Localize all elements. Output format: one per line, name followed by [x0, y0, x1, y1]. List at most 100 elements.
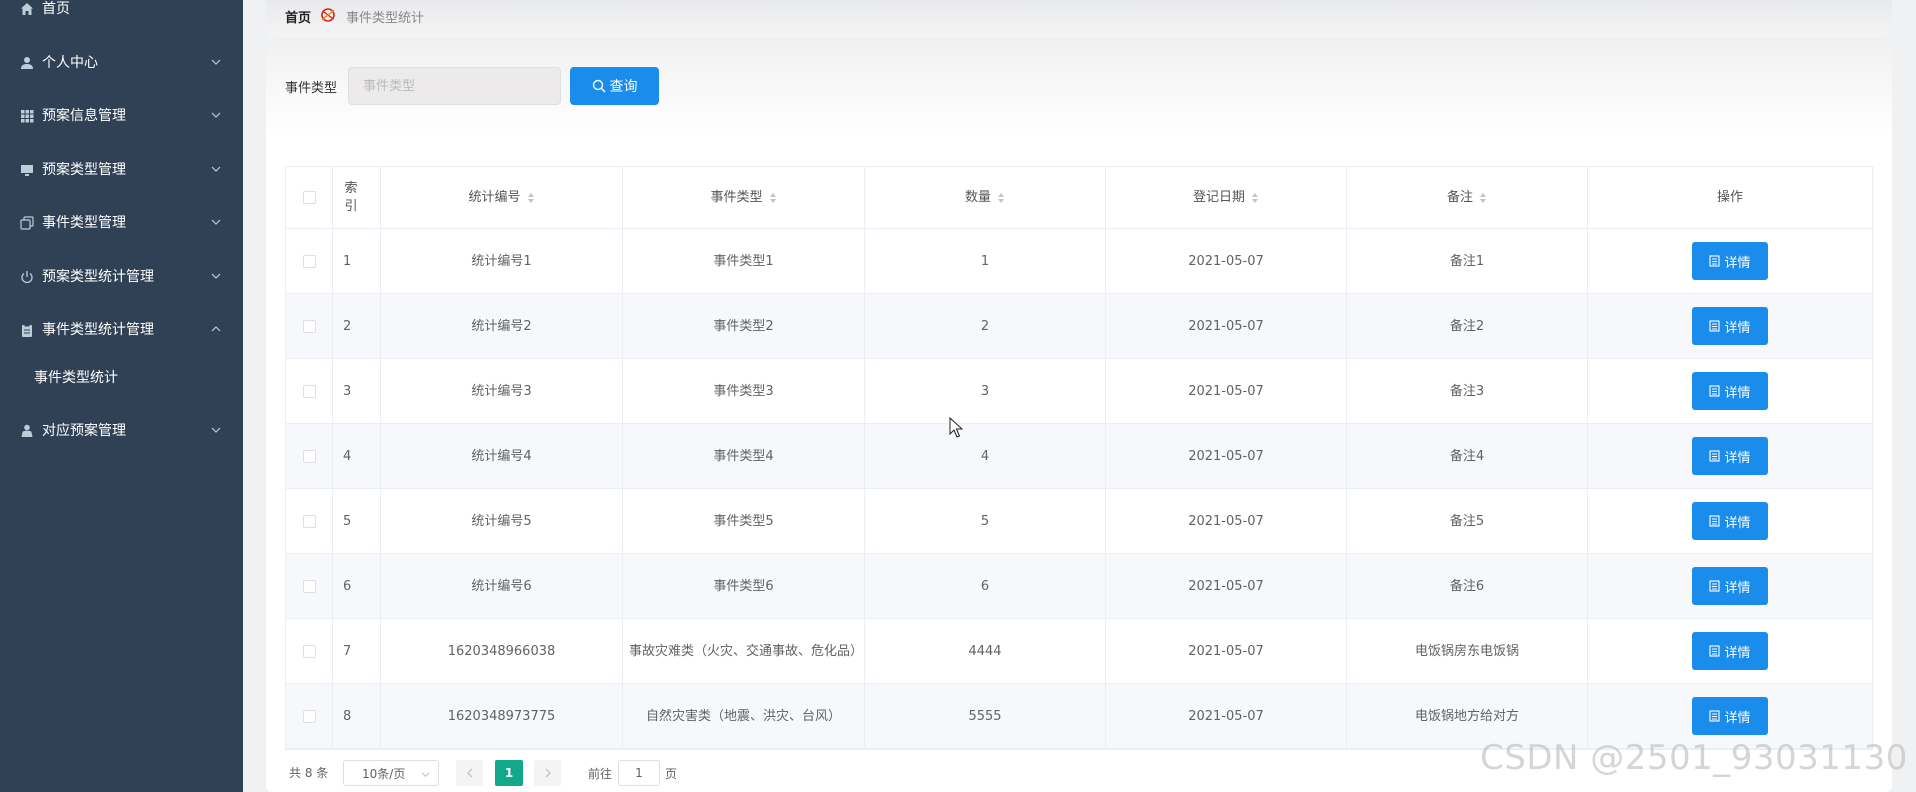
header-type[interactable]: 事件类型 [623, 167, 865, 228]
detail-button[interactable]: 详情 [1692, 307, 1768, 345]
detail-button[interactable]: 详情 [1692, 567, 1768, 605]
sidebar-item-event-type[interactable]: 事件类型管理 [0, 202, 243, 242]
sidebar-item-plan-type-stats[interactable]: 预案类型统计管理 [0, 256, 243, 296]
copy-icon [19, 215, 34, 230]
cell-type: 事件类型3 [623, 359, 865, 423]
event-type-search-input[interactable] [348, 67, 561, 105]
breadcrumb-home[interactable]: 首页 [285, 7, 311, 26]
header-count[interactable]: 数量 [865, 167, 1106, 228]
cell-index: 7 [333, 619, 381, 683]
table-row: 7 1620348966038 事故灾难类（火灾、交通事故、危化品） 4444 … [286, 619, 1873, 684]
cell-remark: 电饭锅房东电饭锅 [1347, 619, 1588, 683]
detail-button-label: 详情 [1724, 450, 1751, 466]
select-all-checkbox[interactable] [302, 191, 316, 204]
cell-code: 1620348973775 [381, 684, 623, 748]
cell-type: 事件类型2 [623, 294, 865, 358]
row-checkbox[interactable] [302, 514, 316, 528]
page-number-button[interactable]: 1 [495, 760, 523, 786]
sidebar-item-label: 对应预案管理 [42, 423, 126, 439]
header-index-label: 索引 [344, 180, 358, 214]
goto-label: 前往 [588, 767, 613, 781]
cell-type: 事件类型1 [623, 229, 865, 293]
cell-type: 事件类型6 [623, 554, 865, 618]
table-row: 4 统计编号4 事件类型4 4 2021-05-07 备注4 详情 [286, 424, 1873, 489]
cell-remark: 备注3 [1347, 359, 1588, 423]
chevron-down-icon [421, 772, 430, 778]
sidebar-item-event-type-stats[interactable]: 事件类型统计管理 [0, 309, 243, 349]
document-icon [1709, 255, 1721, 267]
breadcrumb-current: 事件类型统计 [346, 11, 425, 26]
clipboard-icon [19, 322, 34, 337]
header-date[interactable]: 登记日期 [1106, 167, 1347, 228]
sidebar-item-label: 首页 [42, 1, 70, 17]
chevron-down-icon [211, 112, 221, 118]
cell-date: 2021-05-07 [1106, 684, 1347, 748]
cell-type: 自然灾害类（地震、洪灾、台风） [623, 684, 865, 748]
user-icon [19, 55, 34, 70]
table-row: 1 统计编号1 事件类型1 1 2021-05-07 备注1 详情 [286, 229, 1873, 294]
detail-button[interactable]: 详情 [1692, 502, 1768, 540]
chevron-left-icon [466, 768, 472, 778]
detail-button[interactable]: 详情 [1692, 242, 1768, 280]
chevron-down-icon [211, 166, 221, 172]
search-button[interactable]: 查询 [570, 67, 659, 105]
cell-remark: 备注1 [1347, 229, 1588, 293]
sort-icon[interactable] [769, 192, 777, 204]
header-code[interactable]: 统计编号 [381, 167, 623, 228]
sort-icon[interactable] [1251, 192, 1259, 204]
header-action-label: 操作 [1716, 190, 1743, 205]
chevron-down-icon [211, 273, 221, 279]
sidebar-item-label: 事件类型统计管理 [42, 322, 154, 338]
next-page-button[interactable] [534, 760, 561, 786]
row-checkbox[interactable] [302, 709, 316, 723]
cell-count: 3 [865, 359, 1106, 423]
sort-icon[interactable] [527, 192, 535, 204]
table-row: 2 统计编号2 事件类型2 2 2021-05-07 备注2 详情 [286, 294, 1873, 359]
chevron-right-icon [545, 768, 551, 778]
document-icon [1709, 385, 1721, 397]
document-icon [1709, 450, 1721, 462]
cell-index: 2 [333, 294, 381, 358]
sidebar-item-home[interactable]: 首页 [0, 0, 243, 28]
cell-index: 6 [333, 554, 381, 618]
detail-button-label: 详情 [1724, 255, 1751, 271]
sort-icon[interactable] [997, 192, 1005, 204]
header-remark[interactable]: 备注 [1347, 167, 1588, 228]
detail-button[interactable]: 详情 [1692, 632, 1768, 670]
detail-button[interactable]: 详情 [1692, 437, 1768, 475]
sidebar-item-matching-plans[interactable]: 对应预案管理 [0, 410, 243, 450]
row-checkbox[interactable] [302, 644, 316, 658]
watermark: CSDN @2501_93031130 [1480, 738, 1908, 778]
cell-code: 统计编号6 [381, 554, 623, 618]
sidebar-item-plan-type[interactable]: 预案类型管理 [0, 149, 243, 189]
sidebar-item-label: 预案类型管理 [42, 162, 126, 178]
breadcrumb-separator-icon [321, 8, 335, 22]
detail-button-label: 详情 [1724, 320, 1751, 336]
cell-count: 4444 [865, 619, 1106, 683]
row-checkbox[interactable] [302, 384, 316, 398]
chevron-up-icon [211, 326, 221, 332]
sidebar-subitem-event-type-stats[interactable]: 事件类型统计 [0, 357, 243, 397]
prev-page-button[interactable] [456, 760, 483, 786]
header-index: 索引 [333, 167, 381, 228]
cell-type: 事件类型4 [623, 424, 865, 488]
document-icon [1709, 645, 1721, 657]
cell-index: 4 [333, 424, 381, 488]
row-checkbox[interactable] [302, 449, 316, 463]
grid-icon [19, 108, 34, 123]
cell-count: 5555 [865, 684, 1106, 748]
search-label: 事件类型 [285, 81, 338, 96]
cell-code: 统计编号5 [381, 489, 623, 553]
detail-button[interactable]: 详情 [1692, 697, 1768, 735]
sort-icon[interactable] [1479, 192, 1487, 204]
page-size-select[interactable]: 10条/页 [343, 760, 439, 786]
row-checkbox[interactable] [302, 319, 316, 333]
goto-page-input[interactable] [618, 760, 660, 786]
detail-button[interactable]: 详情 [1692, 372, 1768, 410]
row-checkbox[interactable] [302, 254, 316, 268]
detail-button-label: 详情 [1724, 385, 1751, 401]
header-type-label: 事件类型 [710, 190, 763, 205]
sidebar-item-personal-center[interactable]: 个人中心 [0, 42, 243, 82]
row-checkbox[interactable] [302, 579, 316, 593]
sidebar-item-plan-info[interactable]: 预案信息管理 [0, 95, 243, 135]
